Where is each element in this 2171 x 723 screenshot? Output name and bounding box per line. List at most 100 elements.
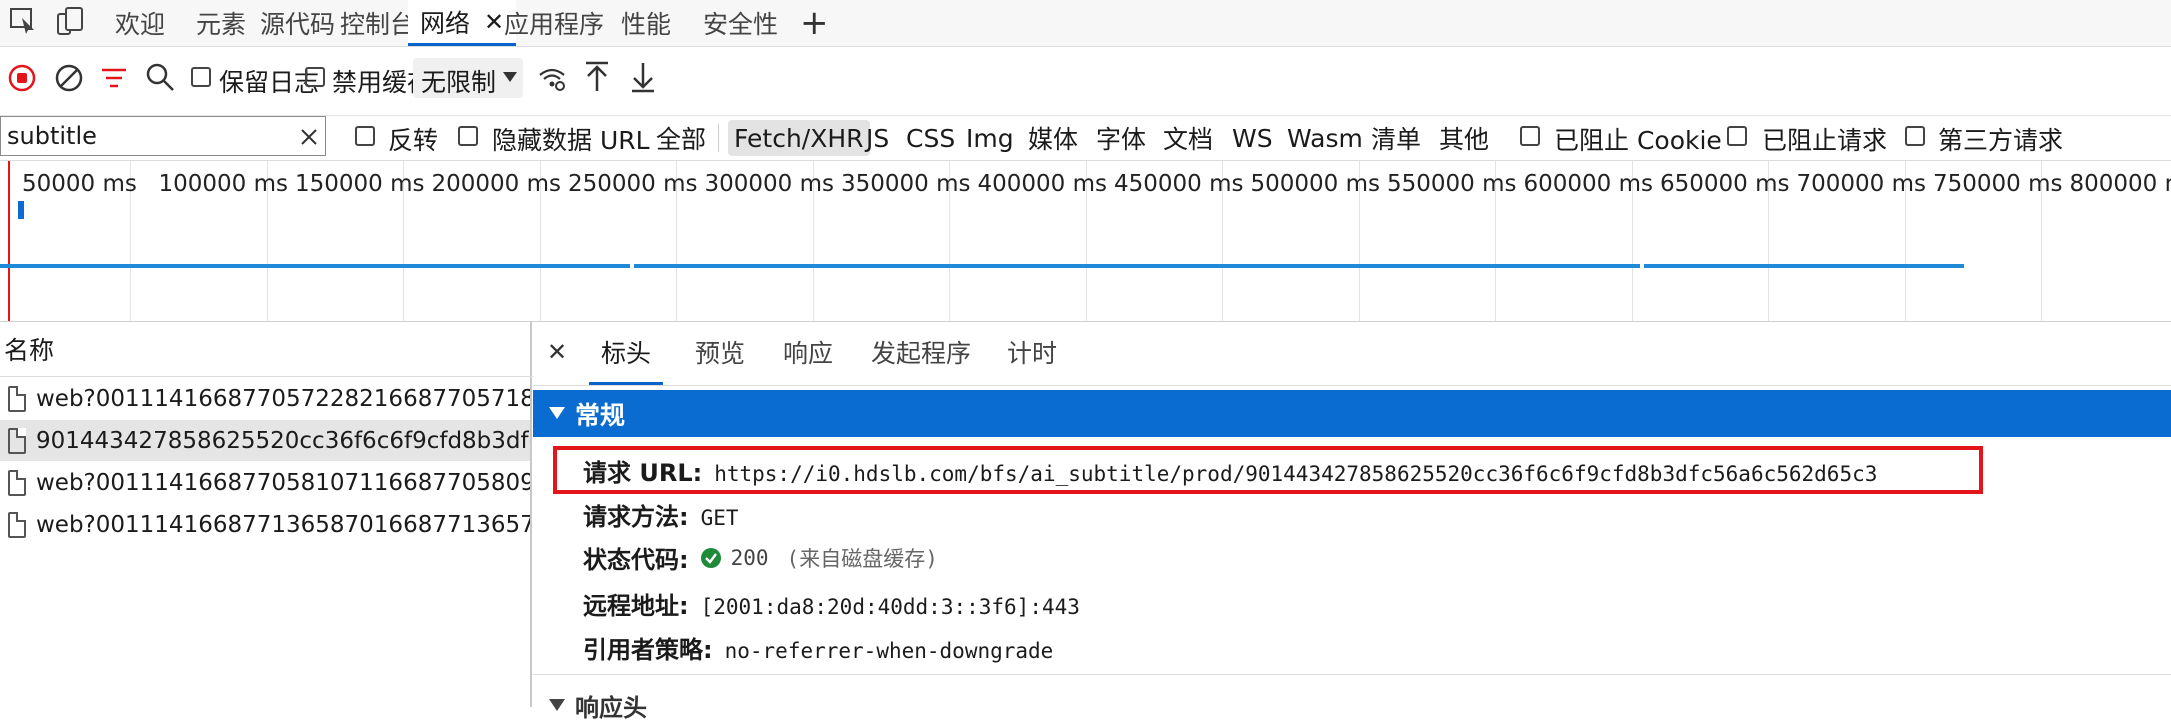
- throttle-value: 无限制: [421, 63, 496, 99]
- third-party-label: 第三方请求: [1938, 121, 2063, 157]
- close-tab-icon[interactable]: ✕: [484, 8, 504, 36]
- add-tab-icon[interactable]: +: [800, 0, 829, 46]
- tab-application[interactable]: 应用程序: [504, 0, 604, 46]
- response-headers-section-header[interactable]: 响应头: [549, 688, 647, 723]
- request-row-selected[interactable]: 901443427858625520cc36f6c6f9cfd8b3dfc...: [0, 420, 530, 461]
- search-icon[interactable]: [145, 62, 175, 92]
- timeline-tick-label: 250000 ms: [568, 171, 698, 197]
- export-har-icon[interactable]: [630, 61, 656, 93]
- request-url-row: 请求 URL: https://i0.hdslb.com/bfs/ai_subt…: [583, 453, 1877, 488]
- request-bar: [634, 264, 1640, 268]
- tab-security[interactable]: 安全性: [703, 0, 778, 46]
- referrer-policy-row: 引用者策略: no-referrer-when-downgrade: [583, 630, 1053, 665]
- section-divider: [533, 674, 2171, 675]
- filter-type-css[interactable]: CSS: [906, 120, 955, 156]
- filter-type-manifest[interactable]: 清单: [1371, 120, 1421, 156]
- document-icon: [8, 512, 26, 538]
- filter-type-media[interactable]: 媒体: [1028, 120, 1078, 156]
- timeline-tick-label: 650000 ms: [1660, 171, 1790, 197]
- import-har-icon[interactable]: [584, 61, 610, 93]
- blocked-requests-checkbox[interactable]: [1727, 126, 1747, 146]
- tab-initiator[interactable]: 发起程序: [871, 322, 971, 382]
- timeline-tick-label: 300000 ms: [705, 171, 835, 197]
- status-cache-note: (来自磁盘缓存): [787, 543, 938, 573]
- blocked-requests-label: 已阻止请求: [1762, 121, 1887, 157]
- triangle-down-icon: [549, 407, 565, 421]
- filter-type-wasm[interactable]: Wasm: [1287, 120, 1363, 156]
- timeline-tick-label: 400000 ms: [978, 171, 1108, 197]
- tab-timing[interactable]: 计时: [1007, 322, 1057, 382]
- filter-input[interactable]: [0, 116, 326, 156]
- network-overview-timeline[interactable]: 50000 ms 100000 ms150000 ms 200000 ms25000…: [0, 161, 2171, 322]
- request-bar: [0, 264, 630, 268]
- filter-type-js[interactable]: JS: [866, 120, 889, 156]
- request-details: ✕ 标头 预览 响应 发起程序 计时 常规 请求 URL: https://i0…: [533, 322, 2171, 707]
- filter-type-font[interactable]: 字体: [1096, 120, 1146, 156]
- timeline-tick-label: 350000 ms: [841, 171, 971, 197]
- timeline-tick-label: 100000 ms: [159, 171, 289, 197]
- preserve-log-checkbox[interactable]: [191, 67, 211, 87]
- timeline-tick-label: 50000 ms: [22, 171, 137, 197]
- clear-icon[interactable]: [55, 64, 83, 92]
- dom-content-loaded-marker: [8, 161, 10, 321]
- timeline-tick-label: 800000 ms: [2070, 171, 2171, 197]
- device-emulation-icon[interactable]: [55, 6, 85, 36]
- remote-address-label: 远程地址:: [583, 586, 689, 621]
- general-section-header[interactable]: 常规: [533, 390, 2171, 437]
- referrer-policy-label: 引用者策略:: [583, 630, 713, 665]
- timeline-tick-label: 700000 ms: [1797, 171, 1927, 197]
- filter-type-doc[interactable]: 文档: [1163, 120, 1213, 156]
- remote-address-value: [2001:da8:20d:40dd:3::3f6]:443: [701, 595, 1080, 619]
- timeline-tick-label: 200000 ms: [432, 171, 562, 197]
- tab-performance[interactable]: 性能: [621, 0, 671, 46]
- filter-bar: 反转 隐藏数据 URL 全部 Fetch/XHR JS CSS Img 媒体 字…: [0, 116, 2171, 161]
- invert-checkbox[interactable]: [355, 126, 375, 146]
- divider: [718, 124, 719, 152]
- request-row[interactable]: web?0011141668771365870166877136572...: [0, 504, 530, 545]
- filter-icon[interactable]: [100, 65, 128, 91]
- timeline-tick-label: 450000 ms: [1114, 171, 1244, 197]
- triangle-down-icon: [549, 699, 565, 713]
- timeline-tick-label: 550000 ms: [1387, 171, 1517, 197]
- tab-preview[interactable]: 预览: [695, 322, 745, 382]
- request-bar: [1644, 264, 1964, 268]
- inspect-element-icon[interactable]: [8, 6, 38, 36]
- status-code-label: 状态代码:: [583, 540, 689, 575]
- timeline-tick-label: 750000 ms: [1933, 171, 2063, 197]
- remote-address-row: 远程地址: [2001:da8:20d:40dd:3::3f6]:443: [583, 586, 1080, 621]
- tab-headers[interactable]: 标头: [589, 322, 663, 385]
- status-code-row: 状态代码: 200 (来自磁盘缓存): [583, 540, 938, 575]
- filter-type-ws[interactable]: WS: [1232, 120, 1273, 156]
- tab-welcome[interactable]: 欢迎: [115, 0, 165, 46]
- timeline-tick-label: 500000 ms: [1251, 171, 1381, 197]
- request-row[interactable]: web?0011141668770581071166877058094...: [0, 462, 530, 503]
- tab-response[interactable]: 响应: [783, 322, 833, 382]
- hide-data-url-checkbox[interactable]: [458, 126, 478, 146]
- hide-data-url-label: 隐藏数据 URL: [492, 121, 650, 157]
- document-icon: [8, 470, 26, 496]
- filter-type-fetch-xhr[interactable]: Fetch/XHR: [728, 120, 870, 156]
- network-conditions-icon[interactable]: [537, 63, 567, 93]
- request-row[interactable]: web?001114166877057228216687705718​3...: [0, 378, 530, 419]
- filter-type-other[interactable]: 其他: [1439, 120, 1489, 156]
- name-column-header[interactable]: 名称: [0, 322, 534, 377]
- close-details-icon[interactable]: ✕: [547, 338, 567, 366]
- tab-network[interactable]: 网络 ✕: [408, 0, 516, 46]
- request-url-label: 请求 URL:: [583, 453, 702, 488]
- filter-type-img[interactable]: Img: [966, 120, 1014, 156]
- request-method-label: 请求方法:: [583, 497, 689, 532]
- detail-tab-strip: ✕ 标头 预览 响应 发起程序 计时: [533, 322, 2171, 386]
- clear-filter-icon[interactable]: [300, 128, 318, 146]
- third-party-checkbox[interactable]: [1905, 126, 1925, 146]
- tab-console[interactable]: 控制台: [340, 0, 415, 46]
- tab-elements[interactable]: 元素: [196, 0, 246, 46]
- filter-type-all[interactable]: 全部: [656, 120, 706, 156]
- status-ok-icon: [701, 548, 721, 568]
- throttle-select[interactable]: 无限制: [413, 58, 523, 98]
- tab-sources[interactable]: 源代码: [260, 0, 335, 46]
- blocked-cookies-label: 已阻止 Cookie: [1554, 121, 1722, 157]
- record-stop-icon[interactable]: [8, 64, 36, 92]
- disable-cache-checkbox[interactable]: [305, 67, 325, 87]
- blocked-cookies-checkbox[interactable]: [1520, 126, 1540, 146]
- timeline-tick-label: 150000 ms: [295, 171, 425, 197]
